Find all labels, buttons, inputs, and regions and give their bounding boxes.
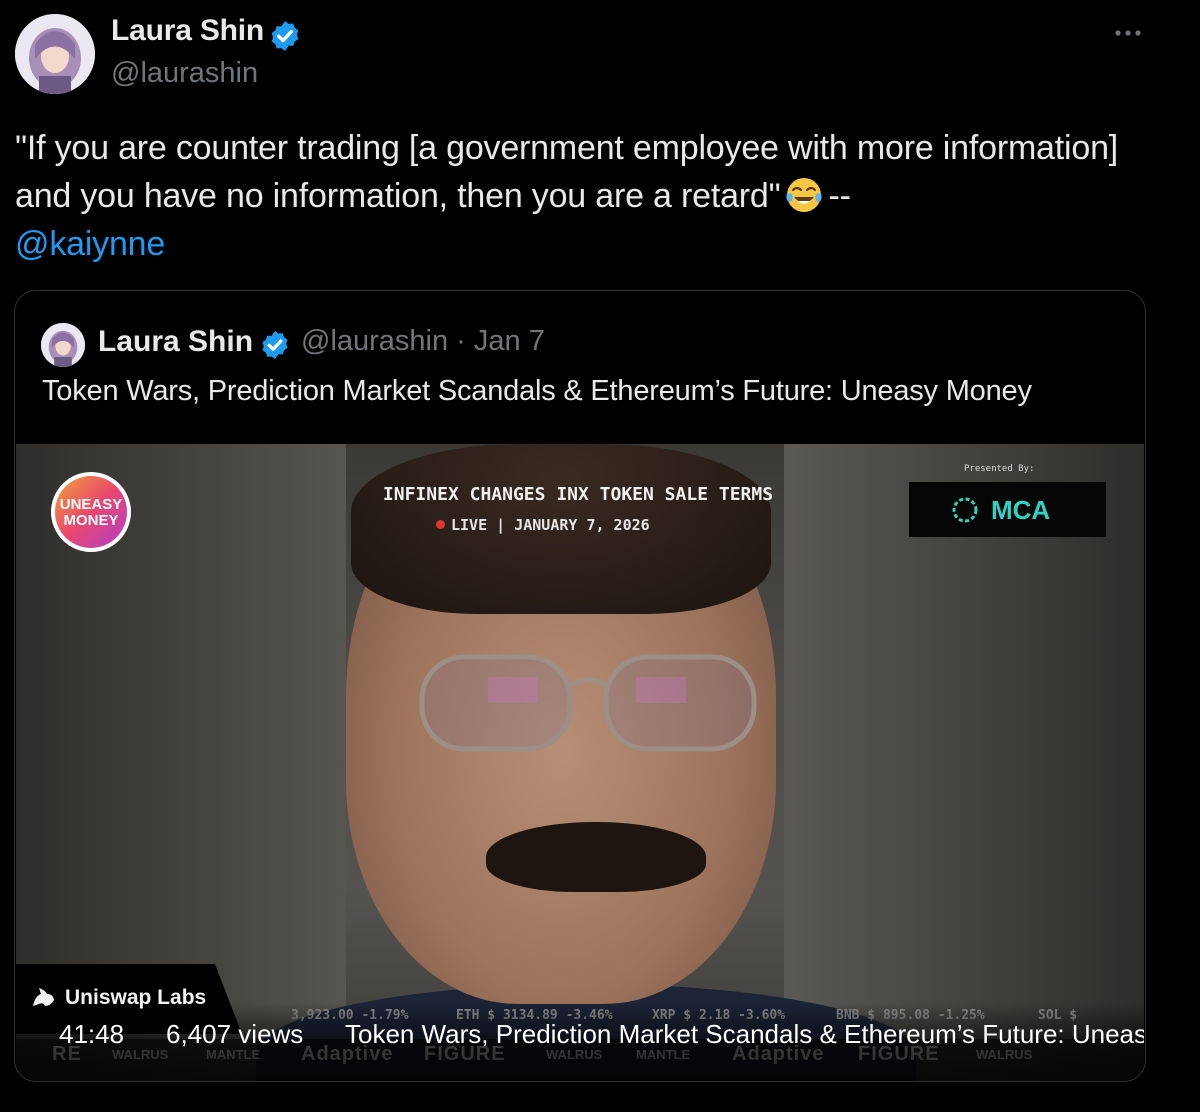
uneasy-money-logo-icon: UNEASY MONEY (51, 472, 131, 552)
video-headline: INFINEX CHANGES INX TOKEN SALE TERMS (382, 484, 774, 505)
author-handle[interactable]: @laurashin (111, 57, 258, 90)
live-dot-icon (436, 520, 445, 529)
quoted-tweet-card[interactable]: Laura Shin @laurashin · Jan 7 Token Wars… (14, 290, 1146, 1082)
video-player[interactable]: UNEASY MONEY INFINEX CHANGES INX TOKEN S… (16, 444, 1144, 1081)
verified-badge-icon (271, 21, 299, 51)
quoted-author-name: Laura Shin (98, 325, 254, 358)
tweet-dash: -- (828, 177, 851, 215)
svg-text:UNEASY: UNEASY (60, 496, 123, 513)
more-horizontal-icon[interactable] (1110, 22, 1146, 44)
live-indicator: LIVE | JANUARY 7, 2026 (436, 516, 650, 534)
tweet-body: "If you are counter trading [a governmen… (15, 129, 1119, 215)
video-subject-mustache (486, 822, 706, 892)
video-subject-glasses (419, 654, 757, 752)
quoted-tweet-text: Token Wars, Prediction Market Scandals &… (42, 375, 1032, 407)
mca-logo-icon (952, 497, 978, 523)
tears-of-joy-emoji-icon (786, 178, 823, 212)
sponsor-box: MCA (909, 482, 1106, 537)
svg-text:MONEY: MONEY (63, 512, 118, 529)
presented-by-label: Presented By: (964, 464, 1035, 474)
video-duration: 41:48 (59, 1019, 125, 1049)
watermark-text: Uniswap Labs (65, 986, 207, 1009)
tweet-text: "If you are counter trading [a governmen… (15, 124, 1165, 268)
mention-link[interactable]: @kaiynne (15, 225, 165, 263)
live-separator: | (496, 516, 515, 534)
live-label: LIVE (451, 516, 488, 534)
quoted-author-avatar (41, 323, 85, 367)
unicorn-logo-icon (33, 988, 54, 1006)
verified-badge-icon (262, 331, 288, 359)
author-name[interactable]: Laura Shin (111, 14, 264, 48)
sponsor-name: MCA (991, 495, 1051, 525)
video-title: Token Wars, Prediction Market Scandals &… (345, 1019, 1144, 1049)
video-background (784, 444, 1144, 1081)
quoted-handle-date: @laurashin · Jan 7 (301, 325, 545, 357)
video-views: 6,407 views (166, 1019, 304, 1049)
video-headline-wrap: INFINEX CHANGES INX TOKEN SALE TERMS (353, 484, 803, 505)
author-avatar[interactable] (15, 14, 95, 94)
live-date: JANUARY 7, 2026 (514, 516, 650, 534)
